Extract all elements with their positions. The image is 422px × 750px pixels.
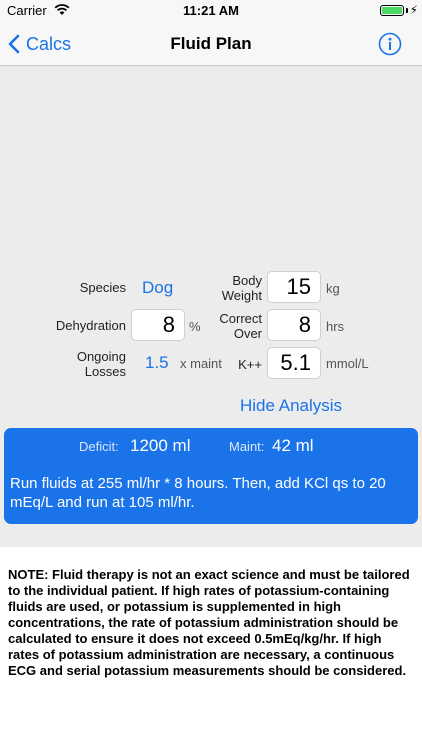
- deficit-value: 1200 ml: [130, 436, 191, 455]
- potassium-label: K++: [238, 357, 262, 372]
- battery-cap: [406, 8, 408, 13]
- battery-icon: [380, 5, 404, 16]
- ongoing-losses-selector[interactable]: 1.5: [145, 353, 169, 373]
- status-time: 11:21 AM: [183, 3, 239, 18]
- body-weight-unit: kg: [326, 281, 340, 296]
- correct-over-input[interactable]: 8: [267, 309, 321, 341]
- correct-over-unit: hrs: [326, 319, 345, 334]
- dehydration-input[interactable]: 8: [131, 309, 185, 341]
- ongoing-losses-label: Ongoing Losses: [76, 349, 126, 379]
- potassium-input[interactable]: 5.1: [267, 347, 321, 379]
- dehydration-label: Dehydration: [55, 318, 126, 333]
- info-icon[interactable]: [378, 32, 402, 56]
- fluid-plan-text: Run fluids at 255 ml/hr * 8 hours. Then,…: [10, 475, 386, 511]
- correct-over-label: Correct Over: [219, 311, 262, 341]
- species-selector[interactable]: Dog: [142, 278, 173, 298]
- maint-value: 42 ml: [272, 436, 314, 455]
- fluid-therapy-note: NOTE: Fluid therapy is not an exact scie…: [8, 567, 410, 678]
- status-bar: Carrier 11:21 AM ⚡: [0, 0, 422, 22]
- navigation-bar: Calcs Fluid Plan: [0, 22, 422, 66]
- charging-bolt-icon: ⚡: [409, 3, 418, 17]
- body-weight-label: Body Weight: [221, 273, 262, 303]
- potassium-unit: mmol/L: [326, 356, 369, 371]
- page-title: Fluid Plan: [170, 34, 252, 53]
- deficit-label: Deficit:: [79, 439, 119, 454]
- species-label: Species: [79, 280, 126, 295]
- maint-label: Maint:: [229, 439, 265, 454]
- note-section: NOTE: Fluid therapy is not an exact scie…: [0, 547, 422, 750]
- hide-analysis-button[interactable]: Hide Analysis: [240, 396, 342, 416]
- analysis-panel: Deficit: 1200 ml Maint: 42 ml Run fluids…: [4, 428, 418, 524]
- body-weight-input[interactable]: 15: [267, 271, 321, 303]
